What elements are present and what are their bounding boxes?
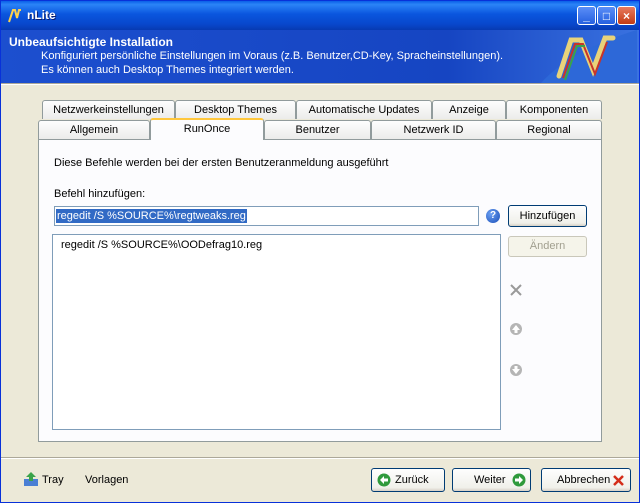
cancel-button-label: Abbrechen <box>557 474 611 486</box>
back-button[interactable]: Zurück <box>371 468 445 492</box>
next-button-label: Weiter <box>474 474 506 486</box>
tab-desktop-themes[interactable]: Desktop Themes <box>175 100 296 119</box>
help-icon[interactable]: ? <box>486 209 500 223</box>
tab-komponenten[interactable]: Komponenten <box>506 100 602 119</box>
command-input-value: regedit /S %SOURCE%\regtweaks.reg <box>56 209 247 223</box>
banner-description-line1: Konfiguriert persönliche Einstellungen i… <box>41 50 504 62</box>
tab-netzwerk-id[interactable]: Netzwerk ID <box>371 120 496 139</box>
command-list[interactable]: regedit /S %SOURCE%\OODefrag10.reg <box>52 234 501 430</box>
cancel-x-icon <box>613 475 624 486</box>
tab-allgemein[interactable]: Allgemein <box>38 120 150 139</box>
header-separator <box>1 83 639 85</box>
app-window: nLite _ □ × Unbeaufsichtigte Installatio… <box>0 0 640 503</box>
edit-command-button[interactable]: Ändern <box>508 236 587 257</box>
back-arrow-icon <box>377 473 391 487</box>
add-command-label: Befehl hinzufügen: <box>54 188 146 200</box>
cancel-button[interactable]: Abbrechen <box>541 468 631 492</box>
tab-regional[interactable]: Regional <box>496 120 602 139</box>
command-input[interactable]: regedit /S %SOURCE%\regtweaks.reg <box>54 206 479 226</box>
close-button[interactable]: × <box>617 6 636 25</box>
header-banner: Unbeaufsichtigte Installation Konfigurie… <box>1 30 639 83</box>
delete-x-icon[interactable] <box>509 283 523 297</box>
tray-icon[interactable] <box>23 471 39 487</box>
banner-title: Unbeaufsichtigte Installation <box>9 35 174 49</box>
move-down-icon[interactable] <box>509 363 523 377</box>
tab-automatische-updates[interactable]: Automatische Updates <box>296 100 432 119</box>
next-button[interactable]: Weiter <box>452 468 531 492</box>
templates-link[interactable]: Vorlagen <box>85 474 128 486</box>
footer-separator <box>1 457 639 459</box>
title-bar[interactable]: nLite _ □ × <box>1 1 639 30</box>
window-title: nLite <box>27 8 56 22</box>
add-command-button[interactable]: Hinzufügen <box>508 205 587 227</box>
tab-runonce[interactable]: RunOnce <box>150 118 264 140</box>
runonce-panel: Diese Befehle werden bei der ersten Benu… <box>38 139 602 442</box>
tab-anzeige[interactable]: Anzeige <box>432 100 506 119</box>
tab-benutzer[interactable]: Benutzer <box>264 120 371 139</box>
move-up-icon[interactable] <box>509 322 523 336</box>
back-button-label: Zurück <box>395 474 429 486</box>
nlite-logo <box>541 30 637 83</box>
list-item[interactable]: regedit /S %SOURCE%\OODefrag10.reg <box>61 239 262 251</box>
minimize-button[interactable]: _ <box>577 6 596 25</box>
tray-label[interactable]: Tray <box>42 474 64 486</box>
maximize-button[interactable]: □ <box>597 6 616 25</box>
tab-netzwerkeinstellungen[interactable]: Netzwerkeinstellungen <box>42 100 175 119</box>
runonce-description: Diese Befehle werden bei der ersten Benu… <box>54 157 389 169</box>
nlite-app-icon[interactable] <box>7 8 23 24</box>
next-arrow-icon <box>512 473 526 487</box>
banner-description-line2: Es können auch Desktop Themes integriert… <box>41 64 294 76</box>
